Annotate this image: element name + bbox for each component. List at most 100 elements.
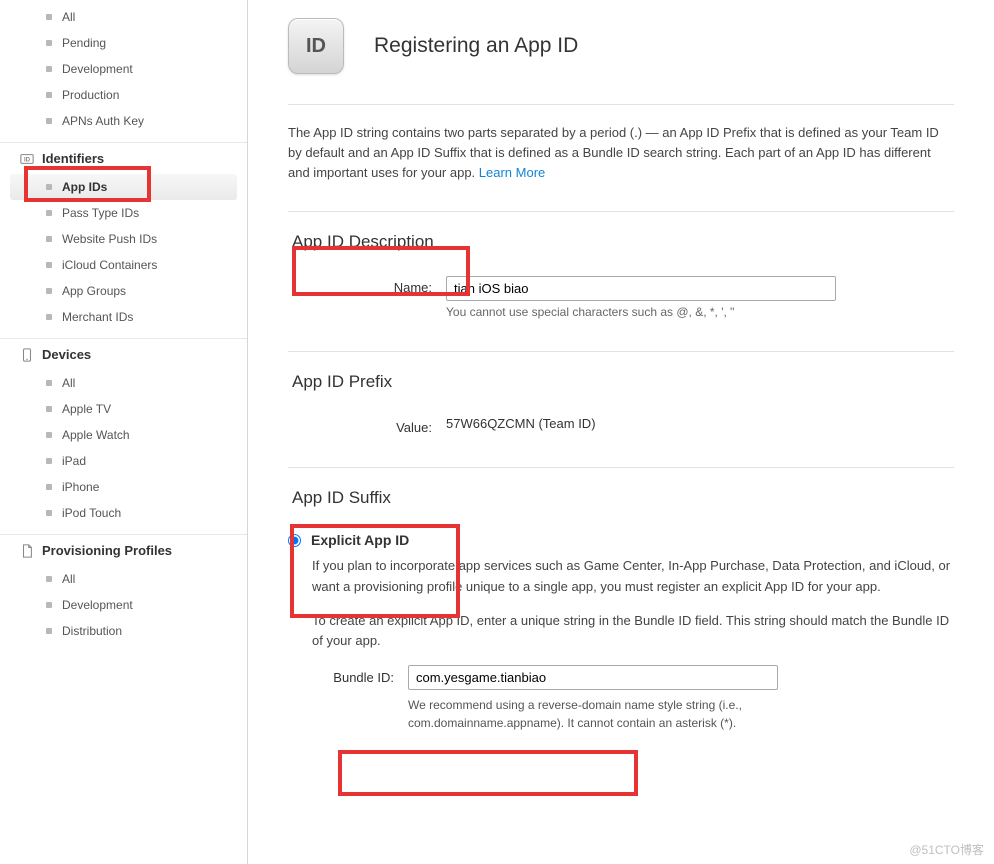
name-label: Name: [288, 276, 446, 295]
sidebar-item-ipad[interactable]: iPad [0, 448, 247, 474]
bundle-id-hint: We recommend using a reverse-domain name… [408, 696, 808, 732]
sidebar-item-all-profiles[interactable]: All [0, 566, 247, 592]
bullet-icon [46, 576, 52, 582]
svg-text:ID: ID [24, 156, 31, 163]
sidebar-item-label: iPod Touch [62, 506, 121, 520]
intro-paragraph: The App ID string contains two parts sep… [288, 105, 954, 211]
sidebar-item-label: Development [62, 598, 133, 612]
sidebar-heading-devices: Devices [0, 338, 247, 370]
sidebar-item-label: iPhone [62, 480, 99, 494]
sidebar: All Pending Development Production APNs … [0, 0, 248, 864]
sidebar-item-all-devices[interactable]: All [0, 370, 247, 396]
sidebar-item-all-cert[interactable]: All [0, 4, 247, 30]
prefix-row: Value: 57W66QZCMN (Team ID) [288, 416, 954, 435]
prefix-value-label: Value: [288, 416, 446, 435]
bundle-id-input[interactable] [408, 665, 778, 690]
sidebar-item-label: Website Push IDs [62, 232, 157, 246]
bullet-icon [46, 66, 52, 72]
sidebar-item-label: Development [62, 62, 133, 76]
sidebar-item-label: Apple Watch [62, 428, 130, 442]
section-app-id-suffix: App ID Suffix Explicit App ID If you pla… [288, 468, 954, 758]
prefix-value: 57W66QZCMN (Team ID) [446, 416, 954, 431]
sidebar-heading-identifiers: ID Identifiers [0, 142, 247, 174]
sidebar-item-icloud[interactable]: iCloud Containers [0, 252, 247, 278]
bullet-icon [46, 262, 52, 268]
bullet-icon [46, 236, 52, 242]
sidebar-heading-label: Provisioning Profiles [42, 543, 172, 558]
id-badge-icon: ID [20, 152, 34, 166]
sidebar-item-ipod[interactable]: iPod Touch [0, 500, 247, 526]
sidebar-item-label: Pending [62, 36, 106, 50]
sidebar-item-pass-type[interactable]: Pass Type IDs [0, 200, 247, 226]
bullet-icon [46, 510, 52, 516]
sidebar-item-label: APNs Auth Key [62, 114, 144, 128]
bullet-icon [46, 602, 52, 608]
name-input[interactable] [446, 276, 836, 301]
section-title-prefix: App ID Prefix [288, 366, 396, 398]
explicit-explain-2: To create an explicit App ID, enter a un… [288, 611, 954, 651]
bullet-icon [46, 210, 52, 216]
sidebar-section-certificates: All Pending Development Production APNs … [0, 4, 247, 134]
section-app-id-prefix: App ID Prefix Value: 57W66QZCMN (Team ID… [288, 352, 954, 467]
page-title: Registering an App ID [374, 34, 578, 58]
sidebar-item-label: All [62, 572, 75, 586]
sidebar-item-label: All [62, 376, 75, 390]
sidebar-item-apns[interactable]: APNs Auth Key [0, 108, 247, 134]
sidebar-item-label: Pass Type IDs [62, 206, 139, 220]
sidebar-item-label: All [62, 10, 75, 24]
sidebar-section-profiles: Provisioning Profiles All Development Di… [0, 534, 247, 644]
sidebar-item-app-ids[interactable]: App IDs [10, 174, 237, 200]
section-title-suffix: App ID Suffix [288, 482, 395, 514]
sidebar-section-identifiers: ID Identifiers App IDs Pass Type IDs Web… [0, 142, 247, 330]
sidebar-item-label: iCloud Containers [62, 258, 157, 272]
intro-text: The App ID string contains two parts sep… [288, 125, 939, 180]
sidebar-heading-label: Devices [42, 347, 91, 362]
bullet-icon [46, 40, 52, 46]
sidebar-item-label: Apple TV [62, 402, 111, 416]
sidebar-item-app-groups[interactable]: App Groups [0, 278, 247, 304]
watermark: @51CTO博客 [909, 841, 984, 858]
sidebar-heading-label: Identifiers [42, 151, 104, 166]
bullet-icon [46, 628, 52, 634]
bundle-id-label: Bundle ID: [312, 665, 408, 685]
sidebar-item-merchant[interactable]: Merchant IDs [0, 304, 247, 330]
sidebar-item-development-cert[interactable]: Development [0, 56, 247, 82]
sidebar-item-label: Production [62, 88, 119, 102]
device-icon [20, 348, 34, 362]
bullet-icon [46, 406, 52, 412]
bullet-icon [46, 458, 52, 464]
name-row: Name: You cannot use special characters … [288, 276, 954, 319]
page-header: ID Registering an App ID [288, 0, 954, 104]
main-content: ID Registering an App ID The App ID stri… [248, 0, 994, 864]
sidebar-item-development-profile[interactable]: Development [0, 592, 247, 618]
sidebar-item-label: Distribution [62, 624, 122, 638]
learn-more-link[interactable]: Learn More [479, 165, 545, 180]
sidebar-section-devices: Devices All Apple TV Apple Watch iPad iP… [0, 338, 247, 526]
explicit-explain-1: If you plan to incorporate app services … [288, 556, 954, 596]
sidebar-heading-profiles: Provisioning Profiles [0, 534, 247, 566]
bullet-icon [46, 118, 52, 124]
explicit-radio-row: Explicit App ID [288, 532, 954, 548]
bullet-icon [46, 380, 52, 386]
sidebar-item-label: App IDs [62, 180, 107, 194]
bullet-icon [46, 288, 52, 294]
name-hint: You cannot use special characters such a… [446, 305, 954, 319]
explicit-radio[interactable] [288, 534, 301, 547]
bullet-icon [46, 484, 52, 490]
bullet-icon [46, 314, 52, 320]
sidebar-item-website-push[interactable]: Website Push IDs [0, 226, 247, 252]
sidebar-item-iphone[interactable]: iPhone [0, 474, 247, 500]
sidebar-item-production[interactable]: Production [0, 82, 247, 108]
bullet-icon [46, 14, 52, 20]
sidebar-item-distribution[interactable]: Distribution [0, 618, 247, 644]
section-title-description: App ID Description [288, 226, 438, 258]
sidebar-item-apple-tv[interactable]: Apple TV [0, 396, 247, 422]
sidebar-item-apple-watch[interactable]: Apple Watch [0, 422, 247, 448]
section-app-id-description: App ID Description Name: You cannot use … [288, 212, 954, 351]
bullet-icon [46, 432, 52, 438]
bullet-icon [46, 92, 52, 98]
sidebar-item-label: App Groups [62, 284, 126, 298]
sidebar-item-pending[interactable]: Pending [0, 30, 247, 56]
document-icon [20, 544, 34, 558]
bundle-id-row: Bundle ID: We recommend using a reverse-… [288, 665, 954, 732]
